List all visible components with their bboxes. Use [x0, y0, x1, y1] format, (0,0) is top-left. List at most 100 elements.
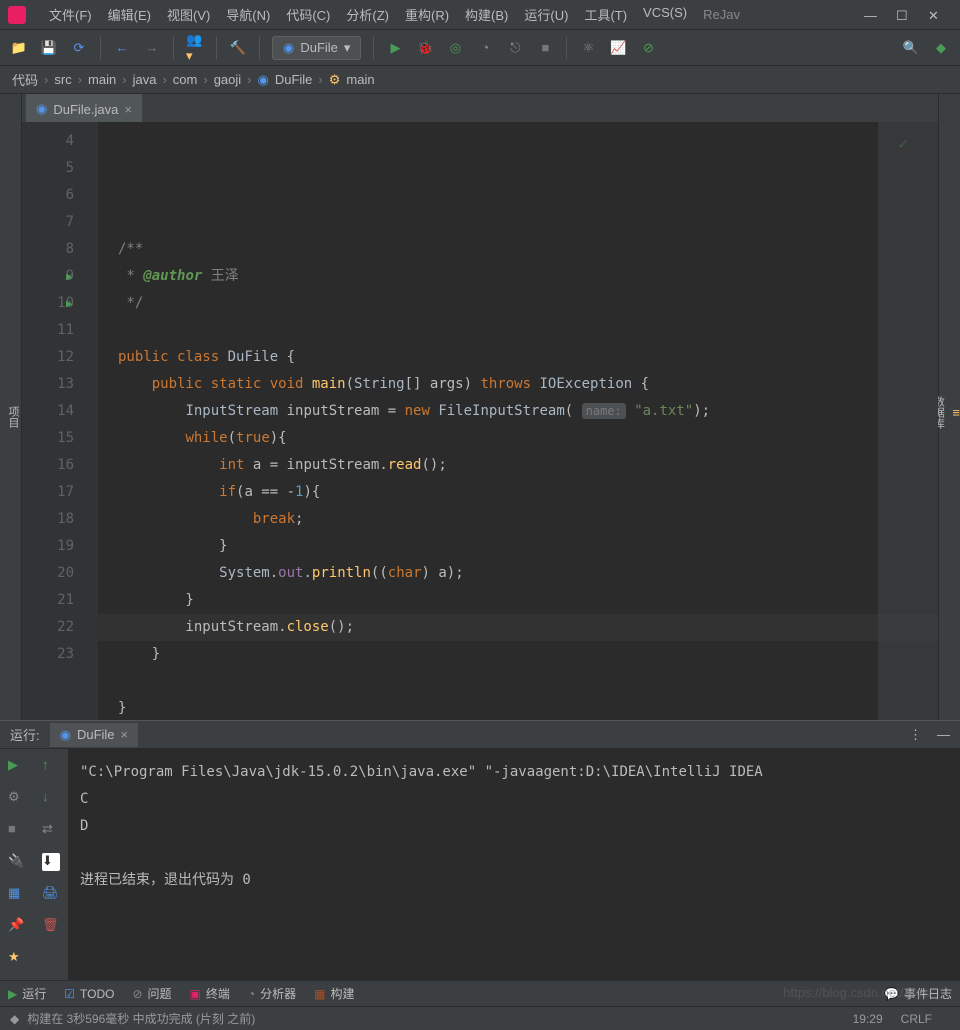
attach-icon[interactable]: ⎋ — [506, 39, 524, 57]
plug-icon[interactable]: 🔌 — [8, 853, 26, 871]
menu-item[interactable]: 重构(R) — [397, 5, 457, 24]
menu-item[interactable]: 导航(N) — [218, 5, 278, 24]
layout-icon[interactable]: ▦ — [8, 885, 26, 903]
code-line[interactable]: public static void main(String[] args) t… — [98, 371, 938, 398]
todo-bottom-tab[interactable]: ☑TODO — [64, 987, 114, 1001]
menu-item[interactable]: 代码(C) — [278, 5, 338, 24]
console-output[interactable]: "C:\Program Files\Java\jdk-15.0.2\bin\ja… — [68, 749, 960, 980]
hammer-build-icon[interactable]: 🔨 — [229, 39, 247, 57]
line-number-gutter: 456789▶10▶11121314151617181920212223 — [22, 122, 82, 720]
run-config-selector[interactable]: ◉ DuFile ▾ — [272, 36, 361, 60]
code-line[interactable] — [98, 668, 938, 695]
run-config-name: DuFile — [77, 727, 115, 742]
code-line[interactable]: if(a == -1){ — [98, 479, 938, 506]
export-icon[interactable]: ⬇ — [42, 853, 60, 871]
menu-truncated[interactable]: ReJav — [695, 7, 748, 22]
code-line[interactable]: * @author 王泽 — [98, 263, 938, 290]
code-line[interactable]: /** — [98, 236, 938, 263]
menu-item[interactable]: 文件(F) — [41, 5, 100, 24]
build-bottom-tab[interactable]: ▦构建 — [314, 985, 354, 1002]
fold-gutter — [82, 122, 98, 720]
block-icon[interactable]: ⊘ — [639, 39, 657, 57]
code-line[interactable]: int a = inputStream.read(); — [98, 452, 938, 479]
sync-icon[interactable]: ⟳ — [70, 39, 88, 57]
close-run-tab-icon[interactable]: × — [121, 727, 129, 742]
atom-icon[interactable]: ⚛ — [579, 39, 597, 57]
code-text-area[interactable]: ✓ /** * @author 王泽 */ public class DuFil… — [98, 122, 938, 720]
maximize-icon[interactable]: ☐ — [896, 8, 910, 22]
app-logo-icon — [8, 6, 26, 24]
code-line[interactable]: public class DuFile { — [98, 344, 938, 371]
code-line[interactable]: break; — [98, 506, 938, 533]
gear-icon[interactable]: ⚙ — [8, 789, 26, 807]
breadcrumb-item[interactable]: gaoji — [214, 72, 241, 87]
profiler-bottom-tab[interactable]: ◔分析器 — [248, 985, 296, 1002]
minimize-icon[interactable]: — — [864, 8, 878, 22]
code-line[interactable]: */ — [98, 290, 938, 317]
problems-bottom-tab[interactable]: ⊘问题 — [132, 985, 171, 1002]
coverage-icon[interactable]: ◎ — [446, 39, 464, 57]
code-line[interactable]: } — [98, 641, 938, 668]
back-icon[interactable]: ← — [113, 39, 131, 57]
menu-item[interactable]: VCS(S) — [635, 5, 695, 24]
more-icon[interactable]: ⋮ — [909, 727, 922, 743]
debug-icon[interactable]: 🐞 — [416, 39, 434, 57]
code-line[interactable]: InputStream inputStream = new FileInputS… — [98, 398, 938, 425]
menu-item[interactable]: 运行(U) — [516, 5, 576, 24]
menu-item[interactable]: 构建(B) — [457, 5, 516, 24]
code-line[interactable] — [98, 317, 938, 344]
pin-icon[interactable]: 📌 — [8, 917, 26, 935]
rerun-icon[interactable]: ▶ — [8, 757, 26, 775]
method-icon: ⚙ — [329, 72, 341, 88]
breadcrumb-item[interactable]: java — [133, 72, 157, 87]
code-line[interactable]: } — [98, 587, 938, 614]
down-arrow-icon[interactable]: ↓ — [42, 789, 60, 807]
presentation-icon[interactable]: 👥▾ — [186, 39, 204, 57]
terminal-bottom-tab[interactable]: ▣终端 — [190, 985, 230, 1002]
code-line[interactable]: inputStream.close(); — [98, 614, 938, 641]
star-icon[interactable]: ★ — [8, 949, 26, 967]
print-icon[interactable]: 🖨 — [42, 885, 60, 903]
breadcrumb-item[interactable]: main — [346, 72, 374, 87]
chart-icon[interactable]: 📈 — [609, 39, 627, 57]
breadcrumb-item[interactable]: DuFile — [275, 72, 313, 87]
trash-icon[interactable]: 🗑 — [42, 917, 60, 935]
search-icon[interactable]: 🔍 — [902, 39, 920, 57]
menu-item[interactable]: 编辑(E) — [100, 5, 159, 24]
stop-icon[interactable]: ■ — [536, 39, 554, 57]
breadcrumb-item[interactable]: main — [88, 72, 116, 87]
breadcrumb-item[interactable]: src — [54, 72, 71, 87]
run-icon[interactable]: ▶ — [386, 39, 404, 57]
menu-item[interactable]: 工具(T) — [576, 5, 635, 24]
project-tool-tab[interactable]: 项目 — [5, 406, 21, 428]
hide-panel-icon[interactable]: — — [937, 727, 950, 742]
code-line[interactable]: } — [98, 695, 938, 720]
wrap-icon[interactable]: ⇄ — [42, 821, 60, 839]
code-line[interactable] — [98, 209, 938, 236]
open-folder-icon[interactable]: 📁 — [10, 39, 28, 57]
code-line[interactable]: while(true){ — [98, 425, 938, 452]
forward-icon[interactable]: → — [143, 39, 161, 57]
profile-icon[interactable]: ◔ — [476, 39, 494, 57]
breadcrumb-item[interactable]: 代码 — [12, 70, 38, 89]
editor-tab[interactable]: ◉ DuFile.java × — [26, 94, 142, 122]
run-config-tab[interactable]: ◉ DuFile × — [50, 723, 139, 747]
codewithme-icon[interactable]: ◆ — [932, 39, 950, 57]
code-line[interactable]: System.out.println((char) a); — [98, 560, 938, 587]
run-panel-label: 运行: — [10, 725, 40, 744]
menu-item[interactable]: 分析(Z) — [338, 5, 397, 24]
minimap[interactable] — [878, 122, 938, 720]
line-separator[interactable]: CRLF — [901, 1012, 932, 1026]
cursor-position[interactable]: 19:29 — [853, 1012, 883, 1026]
run-bottom-tab[interactable]: ▶运行 — [8, 985, 46, 1002]
close-tab-icon[interactable]: × — [124, 102, 132, 117]
stop-icon[interactable]: ■ — [8, 821, 26, 839]
menu-item[interactable]: 视图(V) — [159, 5, 218, 24]
code-editor[interactable]: 456789▶10▶11121314151617181920212223 ✓ /… — [22, 122, 938, 720]
breadcrumb-item[interactable]: com — [173, 72, 198, 87]
up-arrow-icon[interactable]: ↑ — [42, 757, 60, 775]
close-icon[interactable]: ✕ — [928, 8, 942, 22]
database-icon[interactable]: ≡ — [952, 405, 960, 420]
code-line[interactable]: } — [98, 533, 938, 560]
save-icon[interactable]: 💾 — [40, 39, 58, 57]
